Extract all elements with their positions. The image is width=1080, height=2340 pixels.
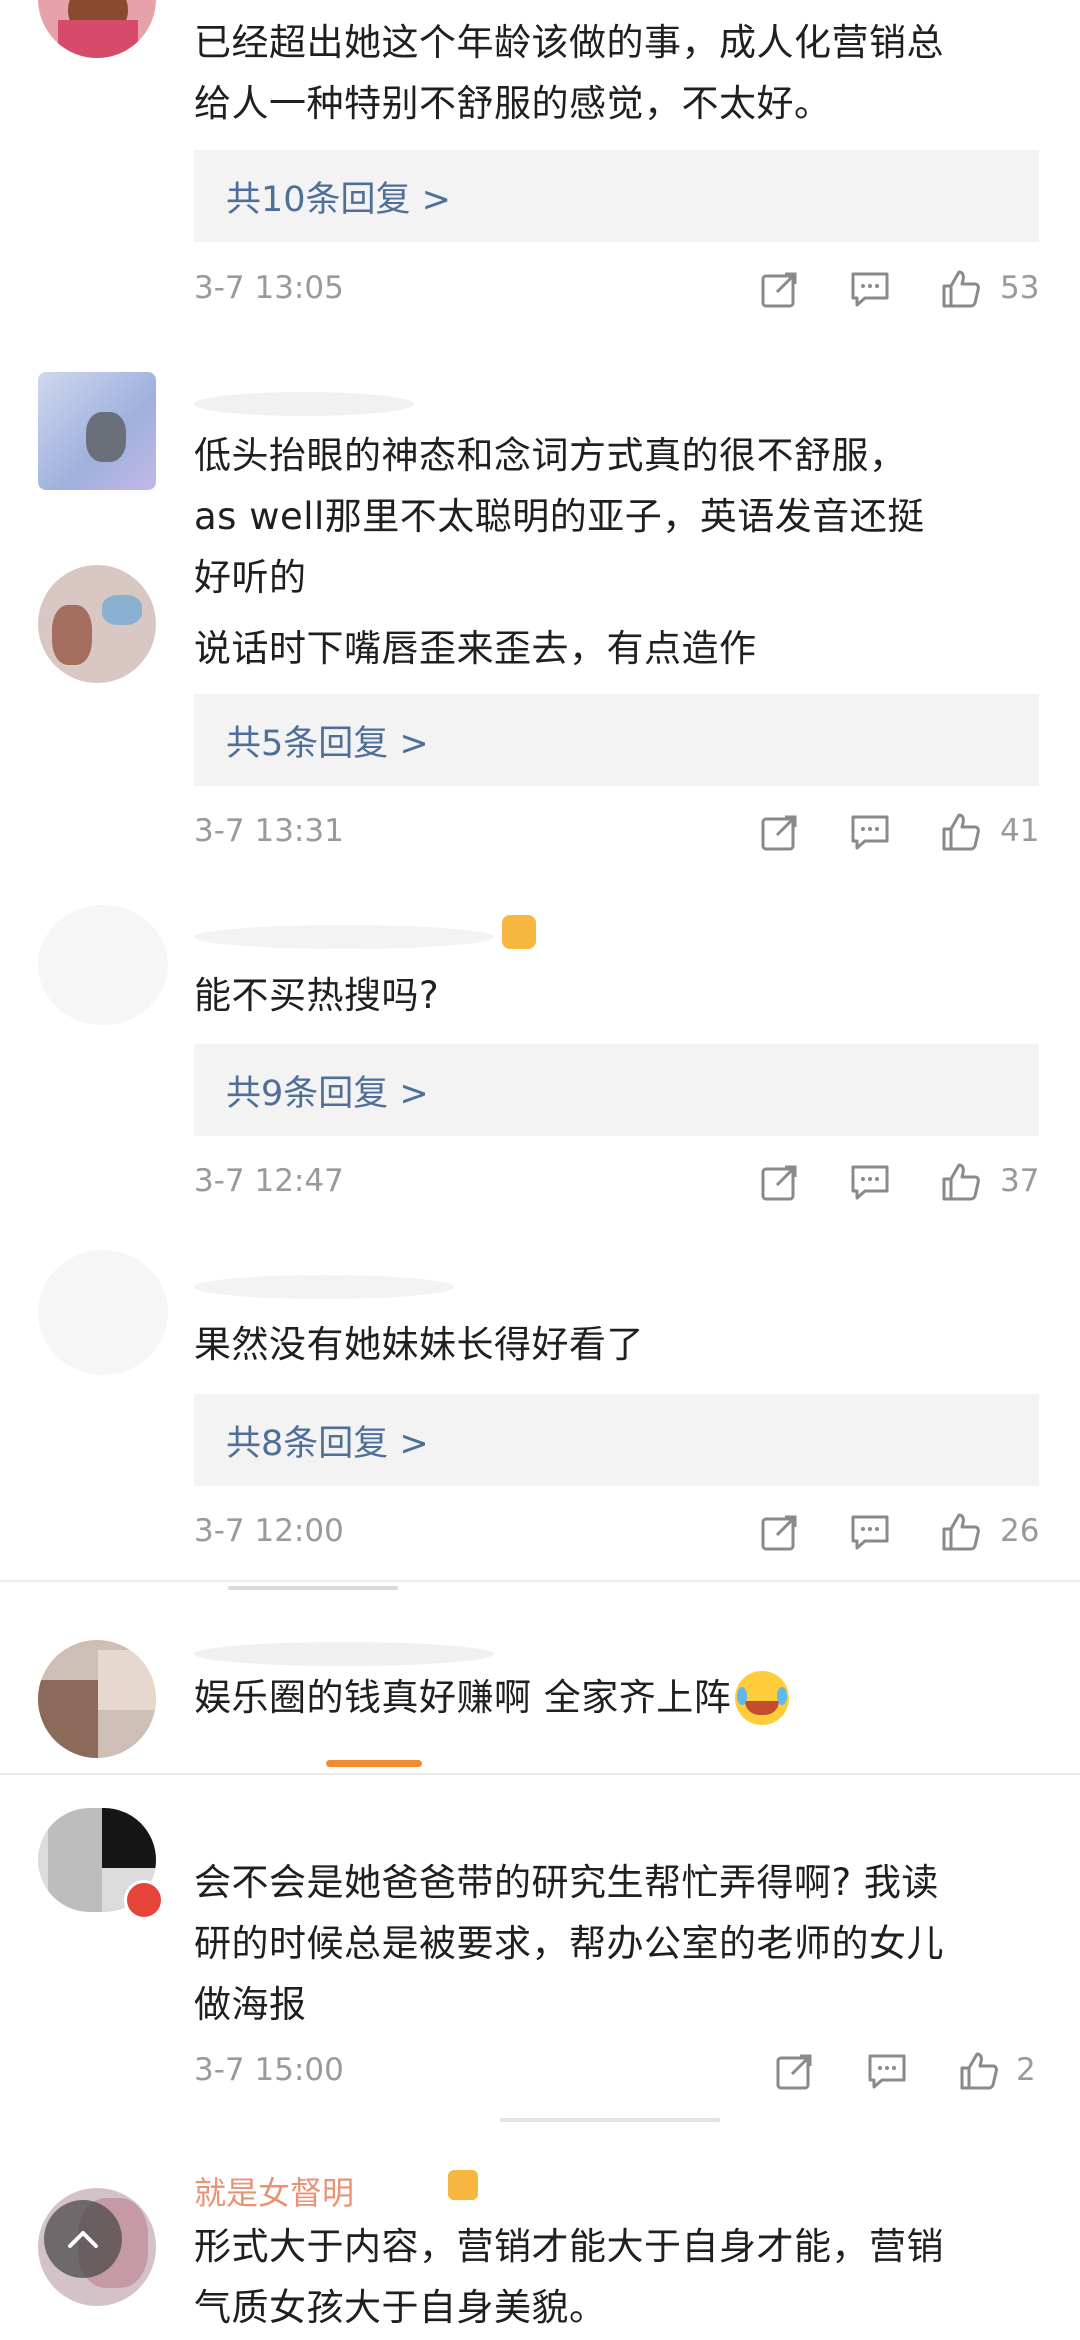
comment-line: 会不会是她爸爸带的研究生帮忙弄得啊? 我读 [194,1861,939,1904]
like-count: 26 [1000,1513,1040,1549]
comment-line: 气质女孩大于自身美貌。 [194,2286,607,2329]
blurred-avatar [38,1250,168,1375]
share-icon[interactable] [759,268,801,310]
comment-icon[interactable] [849,268,891,310]
comment-text: 低头抬眼的神态和念词方式真的很不舒服， as well那里不太聪明的亚子，英语发… [194,425,1040,608]
thumbs-up-icon[interactable] [940,811,982,853]
replies-label: 共5条回复 > [226,723,429,764]
comment-meta: 3-7 12:47 37 [194,1155,1039,1215]
view-replies-button[interactable]: 共8条回复 > [194,1394,1039,1486]
share-icon[interactable] [759,1511,801,1553]
view-replies-button[interactable]: 共5条回复 > [194,694,1039,786]
view-replies-button[interactable]: 共10条回复 > [194,150,1039,242]
comment-meta: 3-7 12:00 26 [194,1505,1039,1565]
comment-line: 能不买热搜吗? [194,974,440,1017]
comment-text: 果然没有她妹妹长得好看了 [194,1314,1040,1375]
share-icon[interactable] [774,2050,816,2092]
comment-line: 果然没有她妹妹长得好看了 [194,1323,644,1366]
badge-icon [448,2170,478,2200]
timestamp: 3-7 13:05 [194,270,344,306]
divider [0,1773,1080,1775]
like-count: 37 [1000,1163,1040,1199]
drag-handle[interactable] [228,1586,398,1590]
avatar[interactable] [38,565,156,683]
comment-text: 说话时下嘴唇歪来歪去，有点造作 [194,618,1040,679]
comment-line: 做海报 [194,1983,307,2026]
drag-handle[interactable] [500,2118,720,2122]
comment-text: 形式大于内容，营销才能大于自身才能，营销 气质女孩大于自身美貌。 [194,2216,1040,2338]
comment-line: 研的时候总是被要求，帮办公室的老师的女儿 [194,1922,944,1965]
comment-text: 会不会是她爸爸带的研究生帮忙弄得啊? 我读 研的时候总是被要求，帮办公室的老师的… [194,1852,1040,2035]
comment-text: 已经超出她这个年龄该做的事，成人化营销总 给人一种特别不舒服的感觉，不太好。 [194,12,1040,134]
blurred-username [194,1275,454,1299]
like-count: 53 [1000,270,1040,306]
comment-icon[interactable] [849,1161,891,1203]
replies-label: 共10条回复 > [226,179,451,220]
timestamp: 3-7 13:31 [194,813,344,849]
avatar[interactable] [38,372,156,490]
avatar[interactable] [38,0,156,58]
timestamp: 3-7 12:47 [194,1163,344,1199]
comment-line: as well那里不太聪明的亚子，英语发音还挺 [194,495,925,538]
crying-laugh-emoji-icon [735,1670,790,1725]
thumbs-up-icon[interactable] [958,2050,1000,2092]
thumbs-up-icon[interactable] [940,268,982,310]
blurred-username [194,392,414,416]
scroll-to-top-button[interactable] [44,2200,122,2278]
blurred-username [194,1642,494,1666]
comment-line: 形式大于内容，营销才能大于自身才能，营销 [194,2225,944,2268]
comment-meta: 3-7 13:05 53 [194,262,1039,322]
avatar[interactable] [38,1640,156,1758]
view-replies-button[interactable]: 共9条回复 > [194,1044,1039,1136]
like-count: 41 [1000,813,1040,849]
thumbs-up-icon[interactable] [940,1511,982,1553]
comment-line: 好听的 [194,556,307,599]
replies-label: 共8条回复 > [226,1423,429,1464]
share-icon[interactable] [759,1161,801,1203]
comment-text: 能不买热搜吗? [194,965,1040,1026]
share-icon[interactable] [759,811,801,853]
tab-indicator [326,1760,422,1767]
badge-icon [502,915,536,949]
blurred-avatar [38,905,168,1025]
comment-line: 娱乐圈的钱真好赚啊 全家齐上阵 [194,1676,732,1719]
comment-icon[interactable] [866,2050,908,2092]
replies-label: 共9条回复 > [226,1073,429,1114]
chevron-up-icon [68,2231,98,2248]
comment-line: 给人一种特别不舒服的感觉，不太好。 [194,82,832,125]
timestamp: 3-7 15:00 [194,2052,344,2088]
divider [0,1580,1080,1582]
comment-line: 低头抬眼的神态和念词方式真的很不舒服， [194,434,907,477]
comment-meta: 3-7 13:31 41 [194,805,1039,865]
comment-meta: 3-7 15:00 2 [194,2044,1039,2104]
like-count: 2 [1016,2052,1036,2088]
comment-line: 说话时下嘴唇歪来歪去，有点造作 [194,627,757,670]
comment-line: 已经超出她这个年龄该做的事，成人化营销总 [194,21,944,64]
comment-text: 娱乐圈的钱真好赚啊 全家齐上阵 [194,1667,1040,1728]
timestamp: 3-7 12:00 [194,1513,344,1549]
username[interactable]: 就是女督明 [194,2168,354,2214]
blurred-username [194,925,494,949]
comment-icon[interactable] [849,1511,891,1553]
comment-icon[interactable] [849,811,891,853]
verified-badge-icon [124,1880,164,1920]
thumbs-up-icon[interactable] [940,1161,982,1203]
